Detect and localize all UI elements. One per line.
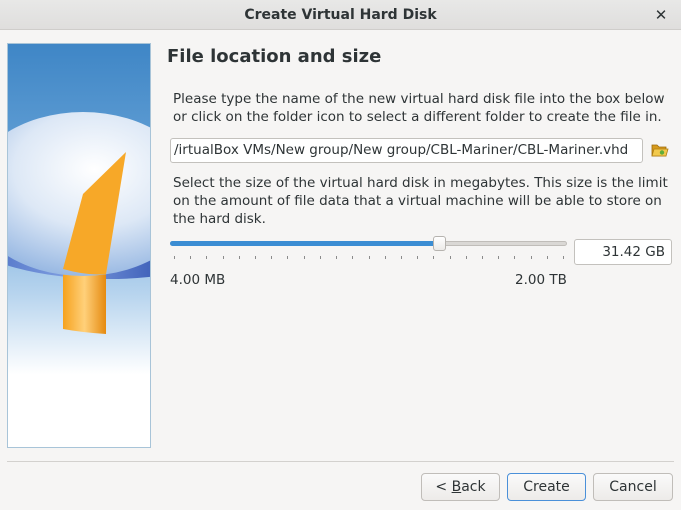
window-title: Create Virtual Hard Disk: [244, 7, 437, 23]
slider-tick: [401, 256, 402, 259]
slider-tick: [531, 256, 532, 259]
page-title: File location and size: [167, 46, 382, 67]
slider-tick: [547, 256, 548, 259]
slider-tick: [417, 256, 418, 259]
slider-tick: [563, 256, 564, 259]
slider-tick: [498, 256, 499, 259]
location-description: Please type the name of the new virtual …: [173, 91, 665, 125]
slider-tick: [190, 256, 191, 259]
slider-tick: [271, 256, 272, 259]
slider-tick: [174, 256, 175, 259]
disk-size-slider[interactable]: [170, 236, 567, 252]
slider-ticks: [170, 256, 567, 262]
slider-tick: [287, 256, 288, 259]
slider-tick: [304, 256, 305, 259]
title-bar: Create Virtual Hard Disk ✕: [0, 0, 681, 30]
wizard-side-image: [7, 43, 151, 448]
slider-tick: [206, 256, 207, 259]
size-description: Select the size of the virtual hard disk…: [173, 175, 668, 227]
close-icon[interactable]: ✕: [651, 5, 671, 25]
slider-tick: [352, 256, 353, 259]
back-prefix: <: [435, 479, 452, 495]
slider-tick: [320, 256, 321, 259]
max-size-label: 2.00 TB: [515, 272, 567, 288]
back-mnemonic: B: [451, 479, 462, 495]
disk-size-input[interactable]: 31.42 GB: [574, 239, 672, 265]
slider-tick: [223, 256, 224, 259]
slider-tick: [433, 256, 434, 259]
cancel-button[interactable]: Cancel: [593, 473, 673, 501]
back-label-rest: ack: [461, 479, 486, 495]
back-button[interactable]: < Back: [421, 473, 500, 501]
hard-disk-illustration-icon: [8, 112, 150, 334]
slider-fill: [170, 241, 440, 246]
slider-tick: [336, 256, 337, 259]
slider-tick: [369, 256, 370, 259]
min-size-label: 4.00 MB: [170, 272, 226, 288]
slider-tick: [385, 256, 386, 259]
slider-tick: [514, 256, 515, 259]
slider-tick: [450, 256, 451, 259]
file-path-input[interactable]: /irtualBox VMs/New group/New group/CBL-M…: [170, 138, 643, 163]
button-separator: [7, 461, 674, 462]
slider-tick: [255, 256, 256, 259]
slider-tick: [239, 256, 240, 259]
folder-open-icon[interactable]: [650, 140, 670, 160]
slider-handle[interactable]: [433, 236, 446, 251]
file-path-value: /irtualBox VMs/New group/New group/CBL-M…: [174, 142, 629, 158]
slider-tick: [482, 256, 483, 259]
slider-tick: [466, 256, 467, 259]
create-button[interactable]: Create: [507, 473, 586, 501]
